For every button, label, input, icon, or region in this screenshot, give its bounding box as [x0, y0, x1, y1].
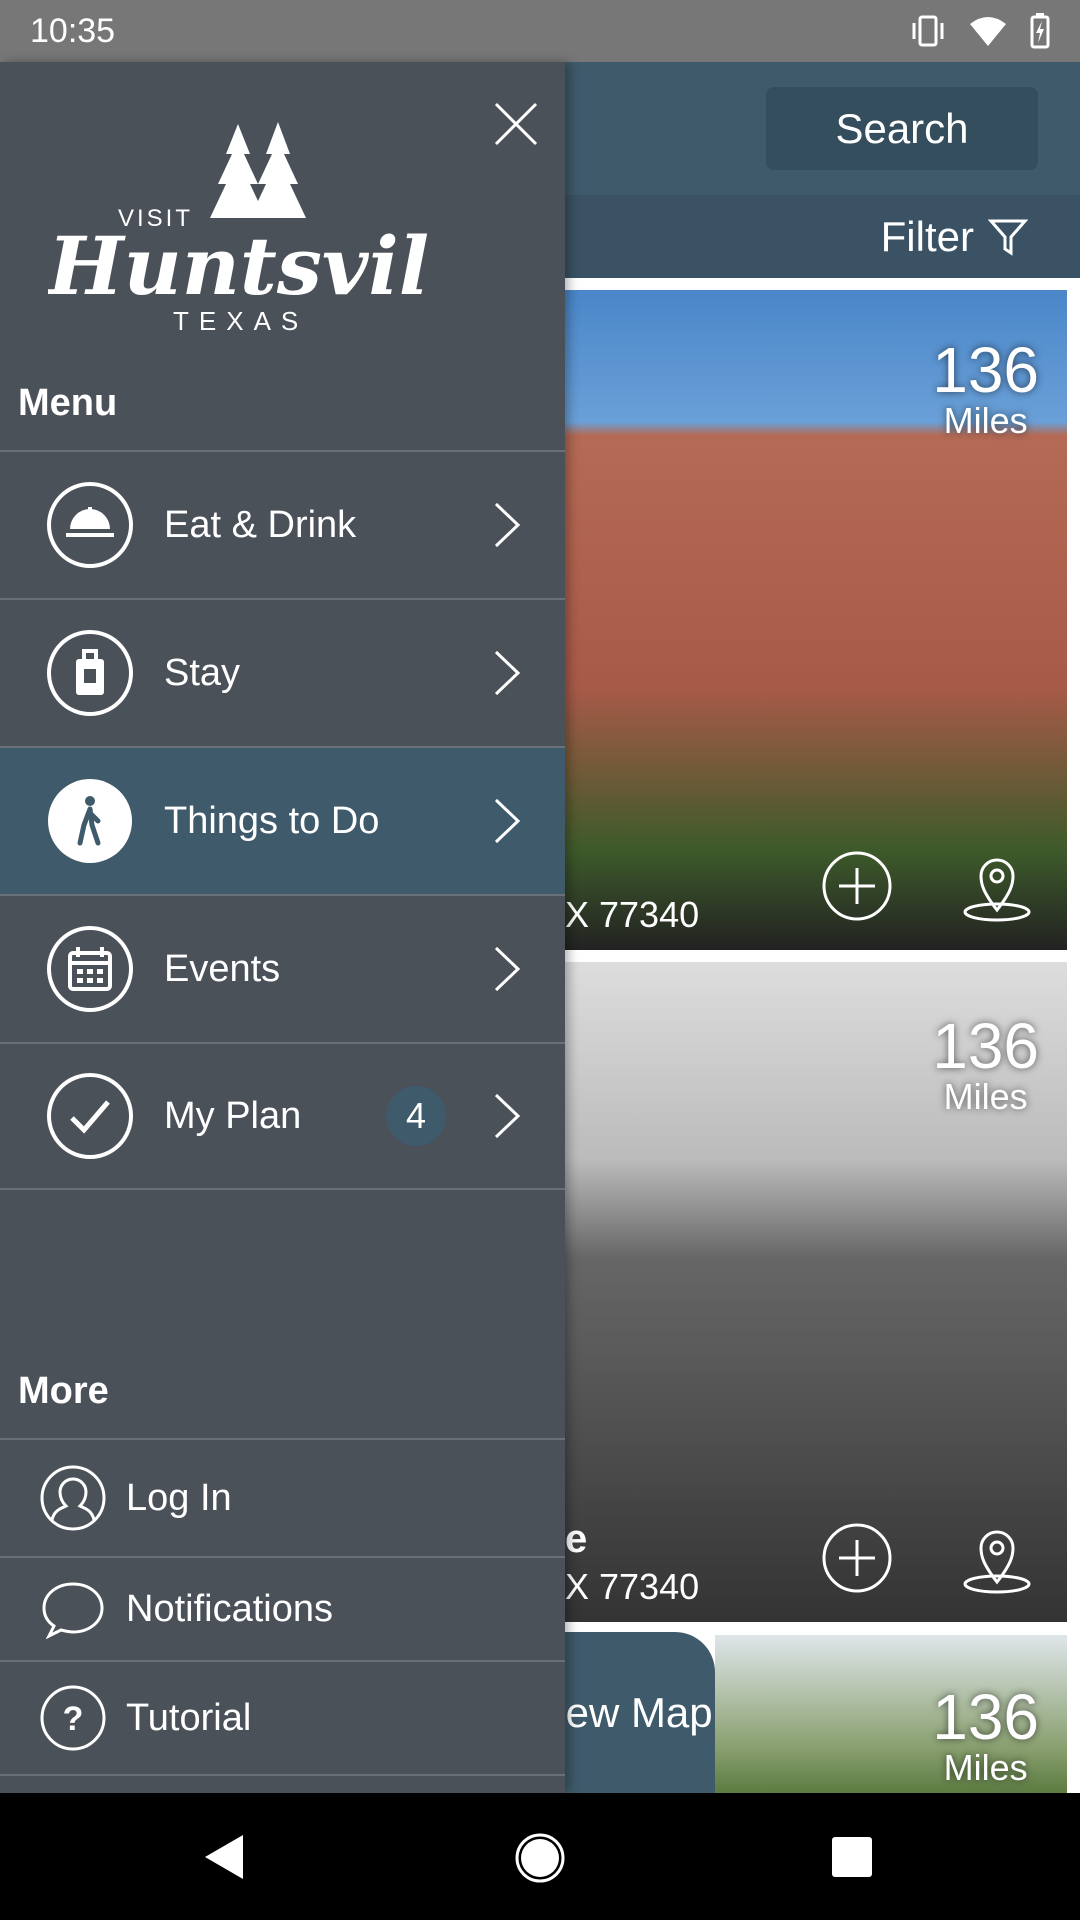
more-item-tutorial[interactable]: ? Tutorial [0, 1660, 565, 1776]
menu-item-label: Eat & Drink [164, 503, 357, 546]
more-item-log-in[interactable]: Log In [0, 1438, 565, 1556]
wifi-icon [970, 17, 1006, 46]
chevron-right-icon [494, 946, 521, 992]
clock: 10:35 [30, 11, 116, 50]
add-to-plan-icon[interactable] [821, 850, 893, 922]
home-icon[interactable] [515, 1833, 565, 1883]
more-heading: More [18, 1370, 109, 1412]
location-pin-icon[interactable] [961, 1522, 1033, 1594]
add-to-plan-icon[interactable] [821, 1522, 893, 1594]
chevron-right-icon [494, 798, 521, 844]
filter-icon [988, 219, 1028, 256]
plan-count-badge: 4 [386, 1086, 446, 1146]
svg-text:Huntsville: Huntsville [48, 219, 428, 313]
close-icon[interactable] [492, 100, 540, 148]
navigation-drawer: VISIT Huntsville TEXAS Menu Eat & Drink … [0, 62, 565, 1793]
more-item-notifications[interactable]: Notifications [0, 1556, 565, 1660]
checkmark-icon [47, 1073, 133, 1159]
listing-card[interactable]: 136 Miles [715, 1635, 1067, 1795]
location-pin-icon[interactable] [961, 850, 1033, 922]
user-icon [40, 1465, 106, 1531]
listing-card[interactable]: 136 Miles e X 77340 [565, 962, 1067, 1622]
more-item-label: Tutorial [126, 1696, 252, 1739]
distance-badge: 136 Miles [932, 1681, 1039, 1789]
menu-item-things-to-do[interactable]: Things to Do [0, 746, 565, 894]
back-icon[interactable] [205, 1835, 245, 1879]
walking-person-icon [48, 779, 132, 863]
distance-value: 136 [932, 1681, 1039, 1753]
menu-item-stay[interactable]: Stay [0, 598, 565, 746]
chat-bubble-icon [42, 1582, 104, 1640]
svg-text:TEXAS: TEXAS [173, 306, 308, 334]
food-cloche-icon [47, 482, 133, 568]
distance-badge: 136 Miles [932, 1010, 1039, 1118]
view-map-button[interactable]: View Map [565, 1632, 715, 1793]
filter-label: Filter [880, 212, 974, 260]
system-navigation-bar [0, 1793, 1080, 1920]
search-label: Search [835, 104, 969, 152]
chevron-right-icon [494, 650, 521, 696]
listing-card[interactable]: 136 Miles X 77340 [565, 290, 1067, 950]
menu-item-label: Things to Do [164, 799, 380, 842]
luggage-icon [47, 630, 133, 716]
distance-unit: Miles [943, 1747, 1028, 1788]
help-icon: ? [40, 1685, 106, 1751]
menu-item-label: Events [164, 947, 281, 990]
chevron-right-icon [494, 1093, 521, 1139]
menu-item-label: Stay [164, 651, 241, 694]
menu-item-label: My Plan [164, 1094, 302, 1137]
distance-unit: Miles [943, 1076, 1028, 1117]
card-address: X 77340 [565, 894, 700, 935]
status-bar: 10:35 [0, 0, 1080, 62]
calendar-icon [47, 926, 133, 1012]
menu-item-my-plan[interactable]: My Plan 4 [0, 1042, 565, 1190]
menu-heading: Menu [18, 382, 118, 424]
menu-item-eat-drink[interactable]: Eat & Drink [0, 450, 565, 598]
vibrate-icon [912, 15, 944, 47]
distance-value: 136 [932, 1010, 1039, 1082]
view-map-label: View Map [565, 1688, 713, 1736]
card-title: e [565, 1517, 588, 1561]
menu-item-events[interactable]: Events [0, 894, 565, 1042]
distance-badge: 136 Miles [932, 334, 1039, 442]
distance-unit: Miles [943, 400, 1028, 441]
search-button[interactable]: Search [766, 87, 1038, 170]
battery-charging-icon [1030, 13, 1050, 49]
more-item-label: Notifications [126, 1587, 333, 1630]
recents-icon[interactable] [832, 1837, 872, 1877]
distance-value: 136 [932, 334, 1039, 406]
card-address: X 77340 [565, 1566, 700, 1607]
chevron-right-icon [494, 502, 521, 548]
more-item-label: Log In [126, 1476, 232, 1519]
visit-huntsville-logo: VISIT Huntsville TEXAS [48, 122, 428, 334]
svg-text:?: ? [63, 1700, 84, 1738]
